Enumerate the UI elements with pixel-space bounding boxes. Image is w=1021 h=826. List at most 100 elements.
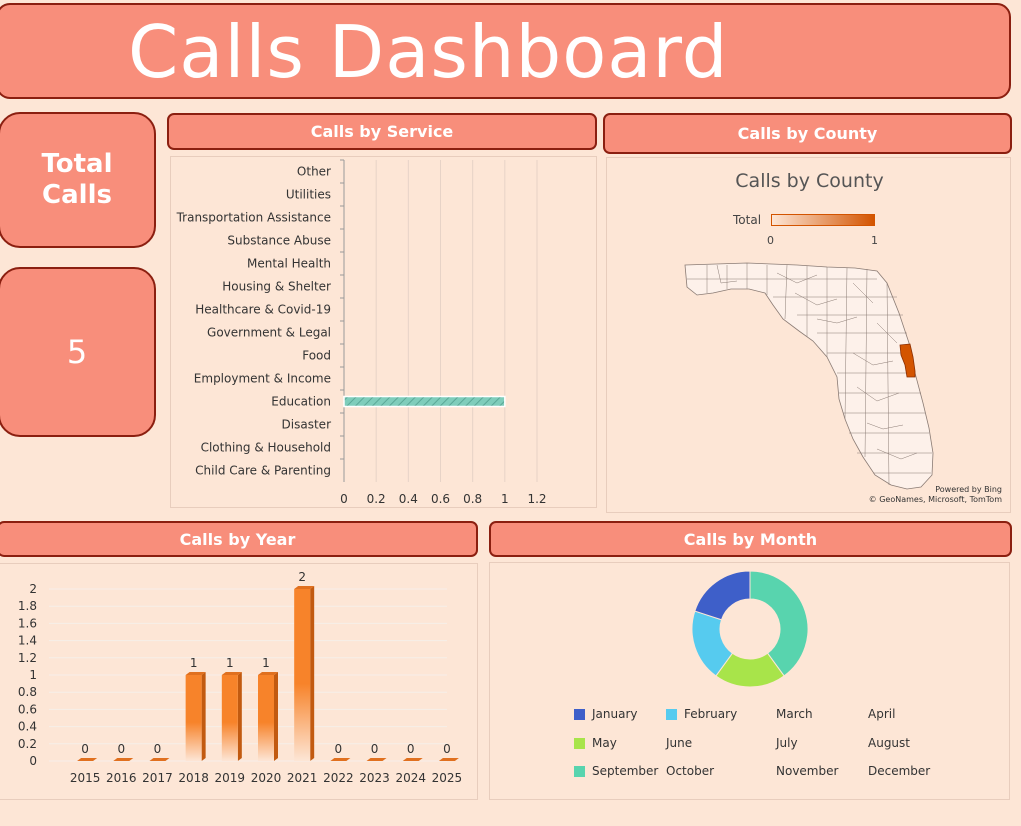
month-legend-label: January	[592, 707, 638, 721]
year-data-label: 1	[262, 656, 270, 670]
total-calls-value: 5	[66, 333, 88, 371]
map-legend-max: 1	[871, 234, 878, 247]
month-legend-item: December	[868, 764, 930, 778]
month-legend-item: September	[574, 764, 658, 778]
year-category-label: 2015	[70, 771, 101, 785]
year-y-tick: 0.4	[18, 720, 37, 734]
year-category-label: 2024	[395, 771, 426, 785]
month-legend-item: January	[574, 707, 638, 721]
year-category-label: 2023	[359, 771, 390, 785]
month-legend-item: June	[666, 736, 692, 750]
month-legend-item: April	[868, 707, 895, 721]
year-data-label: 0	[335, 742, 343, 756]
service-bar	[343, 395, 506, 408]
month-legend-item: October	[666, 764, 714, 778]
month-legend-label: November	[776, 764, 839, 778]
year-y-tick: 1.2	[18, 651, 37, 665]
year-y-tick: 0	[29, 754, 37, 768]
year-category-label: 2018	[178, 771, 209, 785]
service-category-label: Healthcare & Covid-19	[195, 303, 331, 317]
year-category-label: 2016	[106, 771, 137, 785]
service-category-label: Mental Health	[247, 257, 331, 271]
month-legend-item: November	[776, 764, 838, 778]
map-credit-line1: Powered by Bing	[935, 485, 1002, 494]
month-legend-label: June	[666, 736, 693, 750]
year-bar-zero	[438, 758, 459, 761]
service-x-tick: 1.2	[527, 492, 546, 506]
month-legend-label: September	[592, 764, 659, 778]
month-legend-label: April	[868, 707, 896, 721]
month-legend-label: February	[684, 707, 738, 721]
county-section-header: Calls by County	[603, 113, 1012, 154]
service-section-header: Calls by Service	[167, 113, 597, 150]
total-calls-label-card: Total Calls	[0, 112, 156, 248]
month-legend-item: February	[666, 707, 737, 721]
year-category-label: 2020	[251, 771, 282, 785]
service-x-tick: 0.6	[431, 492, 450, 506]
county-map-panel: Calls by County Total 0 1 Powered by Bin…	[606, 157, 1011, 513]
month-legend-item: August	[868, 736, 910, 750]
service-x-tick: 1	[501, 492, 509, 506]
service-x-tick: 0.8	[463, 492, 482, 506]
service-category-label: Utilities	[286, 188, 331, 202]
service-x-tick: 0.4	[399, 492, 418, 506]
service-category-label: Housing & Shelter	[222, 280, 331, 294]
year-category-label: 2022	[323, 771, 354, 785]
year-bar	[185, 675, 202, 761]
year-data-label: 1	[190, 656, 198, 670]
year-bar-side	[310, 586, 315, 761]
month-legend-swatch	[574, 737, 585, 749]
month-legend-label: October	[666, 764, 715, 778]
year-chart-panel: 0 0.2 0.4 0.6 0.8 1 1.2 1.4 1.6 1.8 2 0 2015 0 2016 0 20…	[0, 563, 478, 800]
year-y-tick: 1.6	[18, 616, 37, 630]
map-legend-min: 0	[767, 234, 774, 247]
year-y-tick: 0.2	[18, 737, 37, 751]
service-category-label: Government & Legal	[207, 326, 331, 340]
service-category-label: Substance Abuse	[227, 234, 331, 248]
florida-county-map[interactable]	[677, 253, 947, 493]
year-data-label: 1	[226, 656, 234, 670]
year-y-tick: 2	[29, 582, 37, 596]
month-legend-item: March	[776, 707, 813, 721]
total-calls-value-card: 5	[0, 267, 156, 437]
year-data-label: 0	[117, 742, 125, 756]
year-bar-side	[237, 672, 242, 761]
year-category-label: 2017	[142, 771, 173, 785]
service-category-label: Other	[297, 165, 331, 179]
year-y-tick: 1.4	[18, 634, 37, 648]
year-category-label: 2019	[215, 771, 246, 785]
year-category-label: 2021	[287, 771, 318, 785]
month-chart-panel: January February March April May June July Augu…	[489, 562, 1010, 800]
year-bar-side	[274, 672, 278, 761]
total-calls-label: Total Calls	[41, 149, 113, 210]
month-legend-label: December	[868, 764, 931, 778]
service-chart-panel: 0 0.2 0.4 0.6 0.8 1 1.2 Other Utilities Transport…	[170, 156, 597, 508]
year-data-label: 0	[81, 742, 89, 756]
year-y-tick: 1	[29, 668, 37, 682]
service-category-label: Disaster	[282, 418, 332, 432]
map-legend-label: Total	[733, 213, 762, 227]
month-legend-label: August	[868, 736, 910, 750]
month-legend-swatch	[666, 708, 677, 720]
month-legend-item: July	[776, 736, 798, 750]
month-legend-swatch	[574, 765, 585, 777]
map-legend-gradient	[771, 214, 875, 226]
month-legend-swatch	[574, 708, 585, 720]
month-section-header: Calls by Month	[489, 521, 1012, 557]
service-category-label: Food	[302, 349, 331, 363]
service-category-label: Education	[271, 395, 331, 409]
year-bar	[221, 675, 238, 761]
year-bar-side	[201, 672, 206, 761]
service-category-label: Transportation Assistance	[176, 211, 331, 225]
year-data-label: 0	[371, 742, 379, 756]
year-data-label: 0	[443, 742, 451, 756]
page-title: Calls Dashboard	[128, 10, 729, 94]
map-title: Calls by County	[735, 170, 884, 192]
month-legend-label: May	[592, 736, 617, 750]
map-credit-line2: © GeoNames, Microsoft, TomTom	[868, 495, 1002, 504]
year-y-tick: 0.6	[18, 702, 37, 716]
year-data-label: 0	[407, 742, 415, 756]
month-legend-item: May	[574, 736, 617, 750]
service-x-tick: 0	[340, 492, 348, 506]
month-legend-label: July	[776, 736, 798, 750]
